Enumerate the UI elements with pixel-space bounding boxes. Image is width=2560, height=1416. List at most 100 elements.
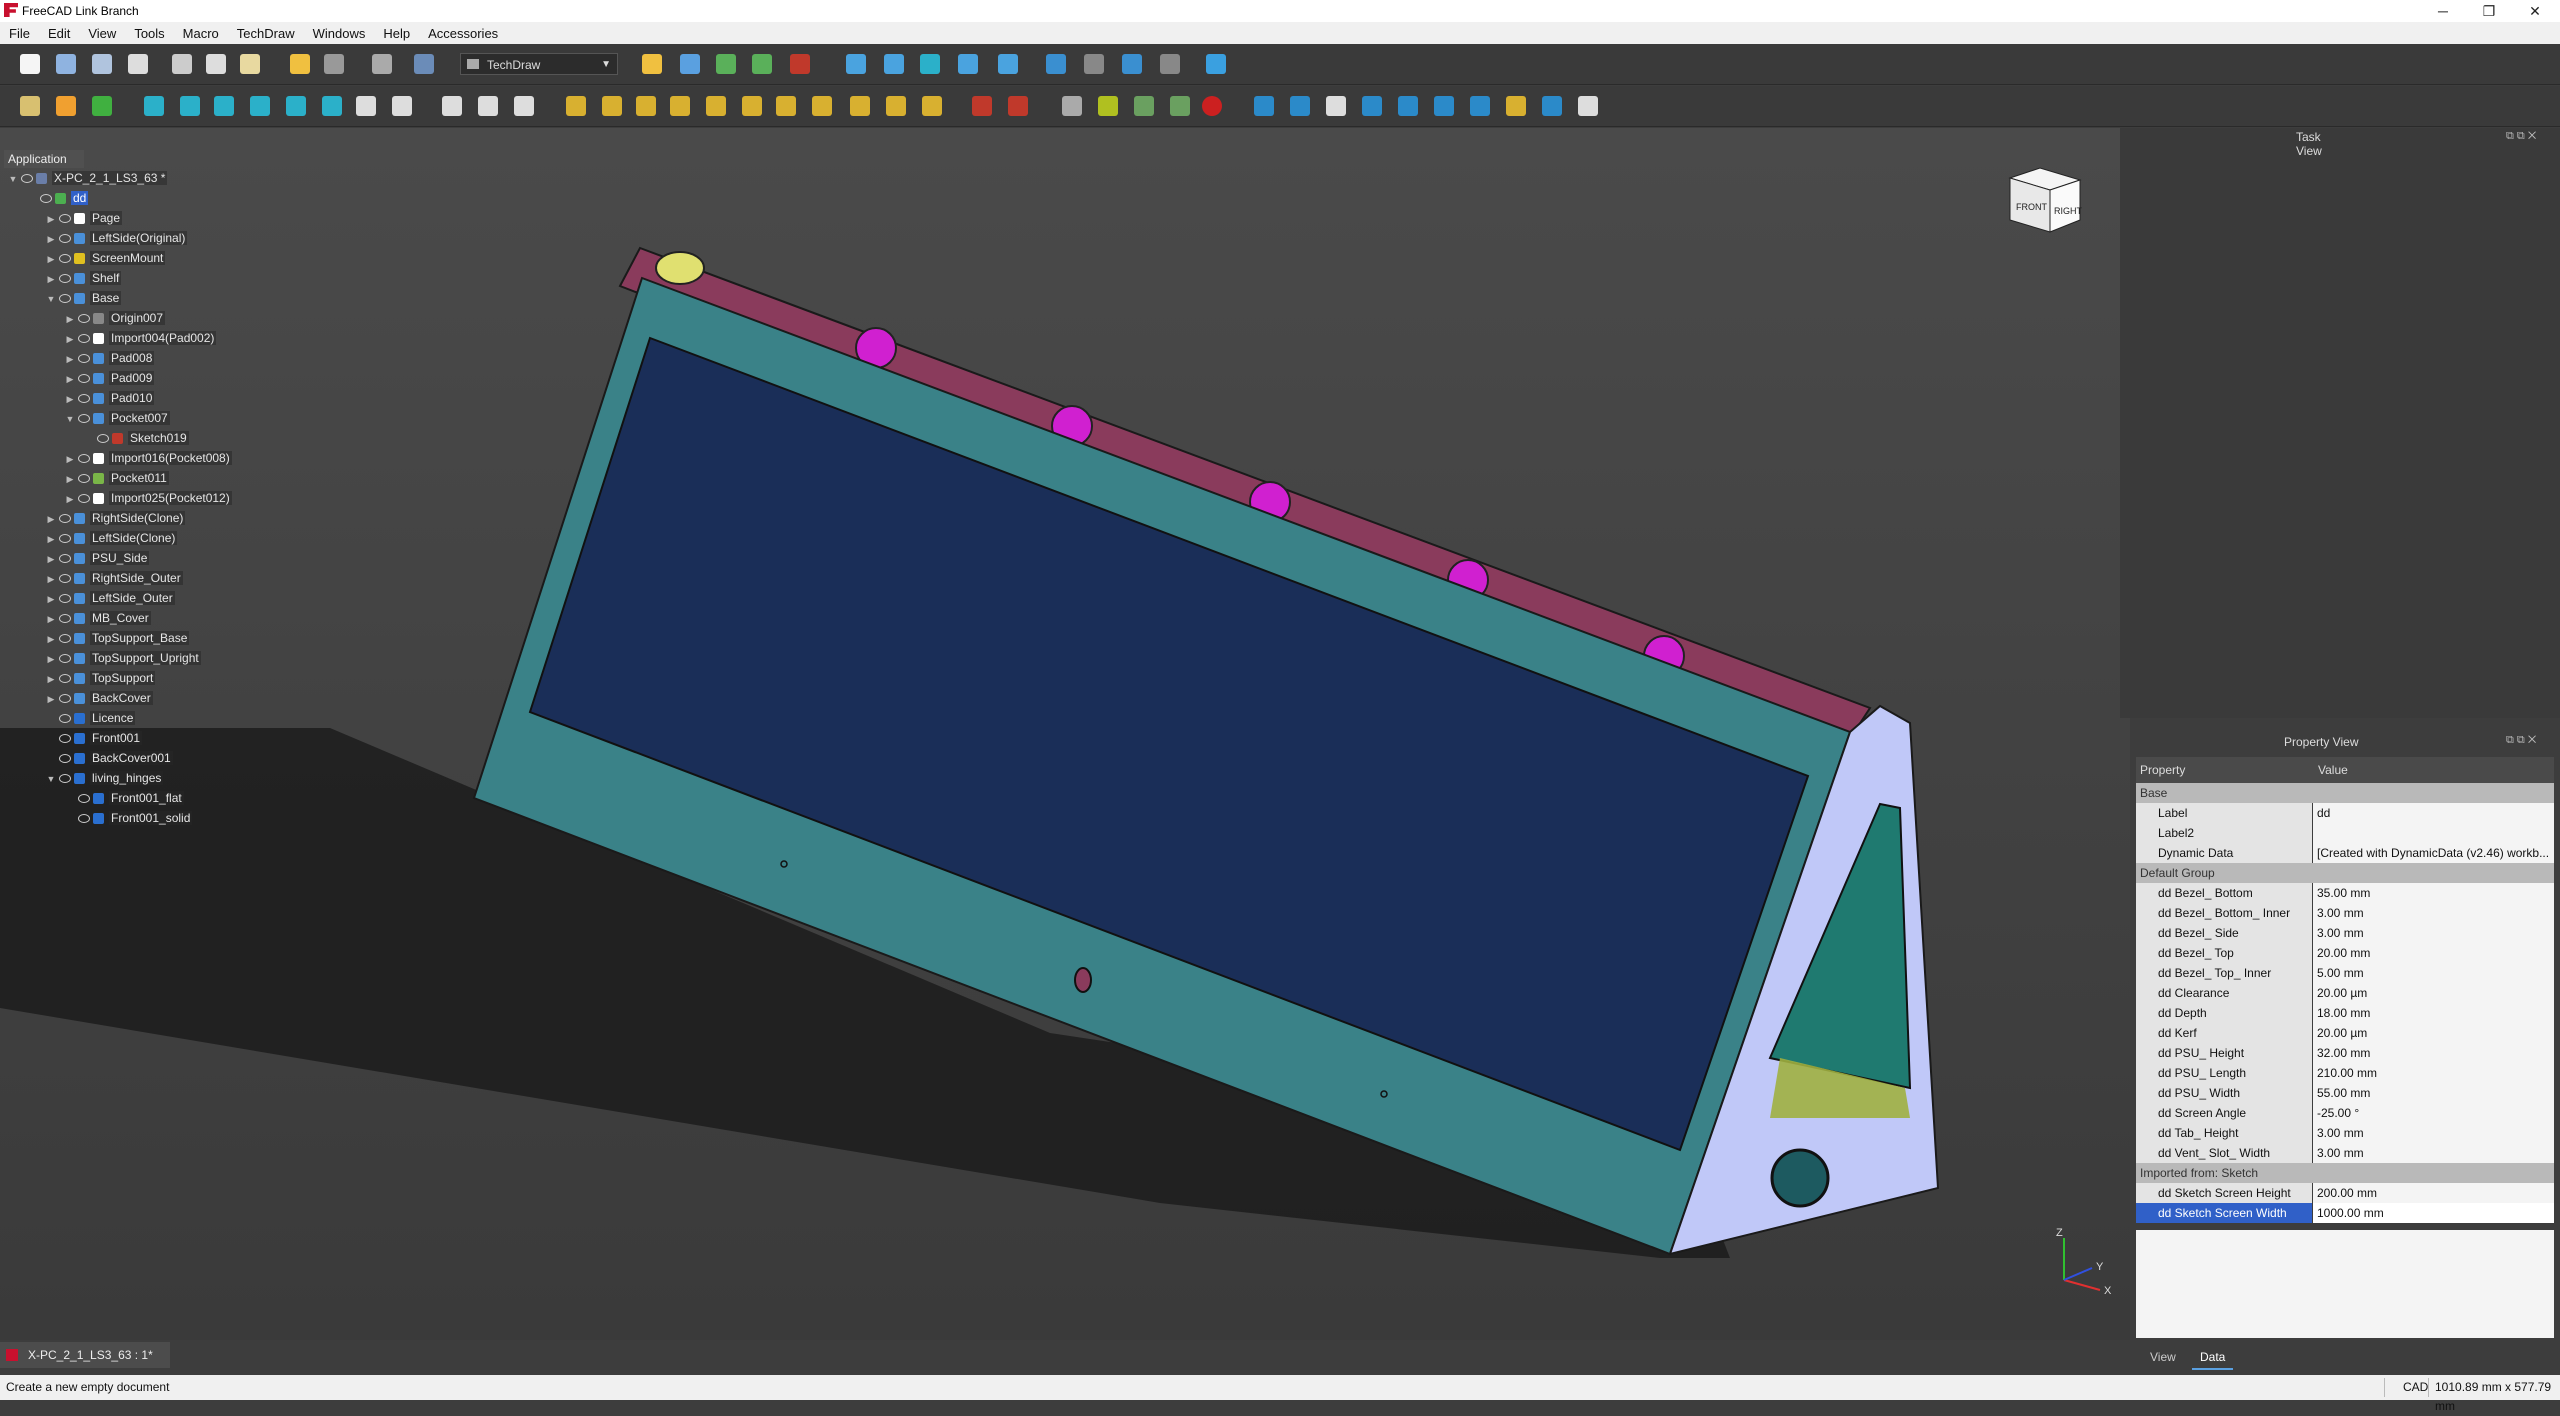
property-value[interactable]: 1000.00 mm xyxy=(2313,1203,2554,1223)
property-row[interactable]: dd Bezel_ Bottom 35.00 mm xyxy=(2136,883,2554,903)
property-value[interactable]: 35.00 mm xyxy=(2313,883,2554,903)
expand-arrow-icon[interactable]: ▶ xyxy=(46,609,56,629)
visibility-eye-icon[interactable] xyxy=(59,674,71,684)
property-row[interactable]: Label2 xyxy=(2136,823,2554,843)
selection-filter-icon[interactable] xyxy=(998,54,1018,74)
expand-arrow-icon[interactable]: ▶ xyxy=(46,529,56,549)
collapse-arrow-icon[interactable]: ▼ xyxy=(46,769,56,789)
expand-arrow-icon[interactable]: ▶ xyxy=(65,369,75,389)
menu-help[interactable]: Help xyxy=(374,26,419,41)
document-tab[interactable]: X-PC_2_1_LS3_63 : 1* xyxy=(0,1342,170,1368)
tree-item[interactable]: ▶ Pad008 xyxy=(65,348,155,369)
visibility-eye-icon[interactable] xyxy=(59,534,71,544)
menu-macro[interactable]: Macro xyxy=(174,26,228,41)
midpoints-icon[interactable] xyxy=(1362,96,1382,116)
property-row[interactable]: dd Depth 18.00 mm xyxy=(2136,1003,2554,1023)
visibility-eye-icon[interactable] xyxy=(59,294,71,304)
refresh-icon[interactable] xyxy=(372,54,392,74)
horizontal-dimension-icon[interactable] xyxy=(602,96,622,116)
property-value[interactable]: [Created with DynamicData (v2.46) workb.… xyxy=(2313,843,2554,863)
tree-item[interactable]: Sketch019 xyxy=(84,428,189,448)
balloon-icon[interactable] xyxy=(886,96,906,116)
redraw-icon[interactable] xyxy=(92,96,112,116)
tab-data[interactable]: Data xyxy=(2192,1346,2234,1370)
new-document-icon[interactable] xyxy=(20,54,40,74)
active-view-icon[interactable] xyxy=(180,96,200,116)
show-all-icon[interactable] xyxy=(1542,96,1562,116)
macro-edit-icon[interactable] xyxy=(716,54,736,74)
expand-arrow-icon[interactable]: ▶ xyxy=(46,269,56,289)
property-row[interactable]: dd Bezel_ Side 3.00 mm xyxy=(2136,923,2554,943)
tree-item[interactable]: ▶ BackCover xyxy=(46,688,153,708)
tree-item[interactable]: ▶ LeftSide_Outer xyxy=(46,588,175,608)
two-line-centerline-icon[interactable] xyxy=(1470,96,1490,116)
property-value[interactable]: 210.00 mm xyxy=(2313,1063,2554,1083)
collapse-arrow-icon[interactable]: ▼ xyxy=(8,169,18,189)
macro-record-icon[interactable] xyxy=(642,54,662,74)
tree-item[interactable]: ▼ living_hinges xyxy=(46,768,164,789)
tree-item[interactable]: ▶ Origin007 xyxy=(65,308,166,328)
property-value[interactable]: 55.00 mm xyxy=(2313,1083,2554,1103)
whats-this-icon[interactable] xyxy=(414,54,434,74)
tree-item[interactable]: ▶ PSU_Side xyxy=(46,548,150,568)
property-value[interactable]: 3.00 mm xyxy=(2313,903,2554,923)
geom-hatch-icon[interactable] xyxy=(1098,96,1118,116)
visibility-eye-icon[interactable] xyxy=(78,474,90,484)
arch-view-icon[interactable] xyxy=(514,96,534,116)
expand-arrow-icon[interactable]: ▶ xyxy=(46,629,56,649)
undo-icon[interactable] xyxy=(290,54,310,74)
paste-icon[interactable] xyxy=(240,54,260,74)
expand-arrow-icon[interactable]: ▶ xyxy=(65,469,75,489)
visibility-eye-icon[interactable] xyxy=(59,234,71,244)
visibility-eye-icon[interactable] xyxy=(59,274,71,284)
projection-group-icon[interactable] xyxy=(214,96,234,116)
visibility-eye-icon[interactable] xyxy=(59,594,71,604)
tree-item[interactable]: ▶ Pocket011 xyxy=(65,468,169,488)
format-icon[interactable] xyxy=(1506,96,1526,116)
close-window-button[interactable]: ✕ xyxy=(2512,0,2558,22)
new-page-icon[interactable] xyxy=(20,96,40,116)
property-row[interactable]: dd Kerf 20.00 µm xyxy=(2136,1023,2554,1043)
tree-item[interactable]: Licence xyxy=(46,708,136,728)
tree-item[interactable]: Front001_flat xyxy=(65,788,184,808)
dock-float-icon[interactable]: ⧉ ⧉ ✕ xyxy=(2506,734,2536,747)
tree-item[interactable]: ▶ RightSide_Outer xyxy=(46,568,183,588)
restore-button[interactable]: ❐ xyxy=(2466,0,2512,22)
property-value[interactable]: 3.00 mm xyxy=(2313,923,2554,943)
expand-arrow-icon[interactable]: ▶ xyxy=(46,229,56,249)
expand-arrow-icon[interactable]: ▶ xyxy=(65,349,75,369)
vertical-dimension-icon[interactable] xyxy=(636,96,656,116)
macro-run-icon[interactable] xyxy=(752,54,772,74)
property-value[interactable]: -25.00 ° xyxy=(2313,1103,2554,1123)
menu-accessories[interactable]: Accessories xyxy=(419,26,507,41)
visibility-eye-icon[interactable] xyxy=(59,714,71,724)
visibility-eye-icon[interactable] xyxy=(78,414,90,424)
collapse-arrow-icon[interactable]: ▼ xyxy=(65,409,75,429)
three-point-angle-icon[interactable] xyxy=(776,96,796,116)
toggle-frames-icon[interactable] xyxy=(1202,96,1222,116)
visibility-eye-icon[interactable] xyxy=(59,574,71,584)
tree-item[interactable]: ▶ LeftSide(Clone) xyxy=(46,528,178,549)
image-icon[interactable] xyxy=(1134,96,1154,116)
fit-selection-icon[interactable] xyxy=(884,54,904,74)
tree-item[interactable]: ▼ Pocket007 xyxy=(65,408,170,428)
tree-item[interactable]: ▶ Import016(Pocket008) xyxy=(65,448,232,468)
link-actions-icon[interactable] xyxy=(1160,54,1180,74)
menu-file[interactable]: File xyxy=(0,26,39,41)
macro-folder-icon[interactable] xyxy=(680,54,700,74)
expand-arrow-icon[interactable]: ▶ xyxy=(46,669,56,689)
property-value[interactable]: 32.00 mm xyxy=(2313,1043,2554,1063)
export-dxf-icon[interactable] xyxy=(1008,96,1028,116)
menu-techdraw[interactable]: TechDraw xyxy=(228,26,304,41)
property-row[interactable]: dd Bezel_ Top_ Inner 5.00 mm xyxy=(2136,963,2554,983)
menu-edit[interactable]: Edit xyxy=(39,26,79,41)
quadrants-icon[interactable] xyxy=(1398,96,1418,116)
expand-arrow-icon[interactable]: ▶ xyxy=(46,249,56,269)
visibility-eye-icon[interactable] xyxy=(59,774,71,784)
landmark-dimension-icon[interactable] xyxy=(922,96,942,116)
visibility-eye-icon[interactable] xyxy=(78,494,90,504)
property-value[interactable]: 18.00 mm xyxy=(2313,1003,2554,1023)
expand-arrow-icon[interactable]: ▶ xyxy=(65,449,75,469)
draw-style-icon[interactable] xyxy=(920,54,940,74)
menu-view[interactable]: View xyxy=(79,26,125,41)
